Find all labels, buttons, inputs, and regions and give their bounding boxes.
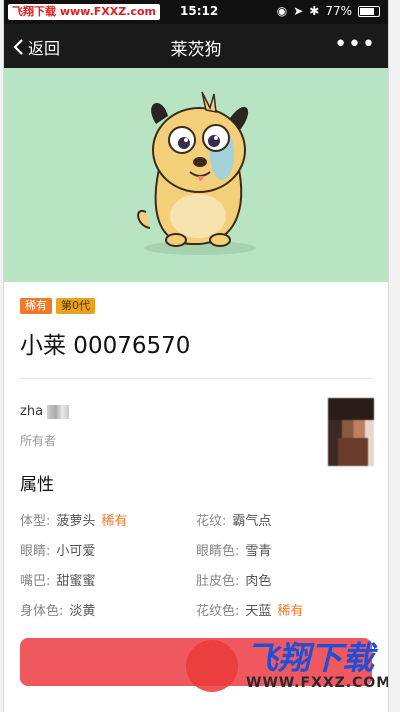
watermark-logo: 飞翔下载 WWW.FXXZ.COM [186, 640, 388, 692]
attribute-eyes: 眼睛: 小可爱 [20, 540, 196, 559]
phone-screen: 飞翔下载 www.FXXZ.com 15:12 ◉ ➤ ✱ 77% 返回 莱茨狗… [4, 0, 388, 712]
attribute-eye-color: 眼睛色: 雪青 [196, 540, 372, 559]
battery-percent: 77% [325, 4, 352, 18]
attribute-key: 身体色: [20, 603, 64, 619]
watermark-url: WWW.FXXZ.COM [246, 675, 388, 691]
page-title: 莱茨狗 [170, 40, 222, 60]
attribute-value: 肉色 [245, 573, 272, 589]
attribute-value: 淡黄 [69, 603, 96, 619]
attribute-value: 霸气点 [232, 513, 272, 529]
battery-icon [358, 5, 380, 17]
location-icon: ➤ [293, 4, 304, 18]
lock-rotation-icon: ◉ [276, 4, 288, 18]
attribute-rare-label: 稀有 [277, 603, 304, 619]
owner-label: 所有者 [20, 434, 57, 448]
divider [20, 378, 372, 379]
watermark-brand: 飞翔下载 [246, 639, 375, 677]
attribute-value: 菠萝头 [56, 513, 96, 529]
attribute-mouth: 嘴巴: 甜蜜蜜 [20, 570, 196, 589]
bluetooth-icon: ✱ [309, 4, 320, 18]
watermark-logo-icon [186, 640, 238, 692]
dog-illustration [137, 91, 256, 255]
attribute-body-color: 身体色: 淡黄 [20, 600, 196, 619]
rarity-tag: 稀有 [20, 298, 52, 314]
attribute-value: 小可爱 [56, 543, 96, 559]
status-bar: 飞翔下载 www.FXXZ.com 15:12 ◉ ➤ ✱ 77% [4, 0, 388, 24]
generation-tag: 第0代 [56, 298, 95, 314]
attribute-value: 甜蜜蜜 [56, 573, 96, 589]
attribute-pattern-color: 花纹色: 天蓝 稀有 [196, 600, 372, 619]
attribute-key: 眼睛: [20, 543, 51, 559]
attribute-row: 眼睛: 小可爱 眼睛色: 雪青 [20, 534, 372, 564]
watermark-text-group: 飞翔下载 WWW.FXXZ.COM [246, 641, 388, 691]
more-menu-button[interactable]: ••• [334, 32, 376, 57]
attribute-key: 眼睛色: [196, 543, 240, 559]
owner-name[interactable]: zha [20, 404, 70, 419]
attribute-key: 嘴巴: [20, 573, 51, 589]
attribute-rare-label: 稀有 [101, 513, 128, 529]
attribute-key: 肚皮色: [196, 573, 240, 589]
attribute-row: 嘴巴: 甜蜜蜜 肚皮色: 肉色 [20, 564, 372, 594]
attribute-pattern: 花纹: 霸气点 [196, 510, 372, 529]
attribute-key: 花纹: [196, 513, 227, 529]
attribute-body-type: 体型: 菠萝头 稀有 [20, 510, 196, 529]
owner-name-text: zha [20, 404, 44, 419]
status-icons: ◉ ➤ ✱ 77% [277, 4, 380, 18]
owner-name-blurred [47, 404, 70, 419]
watermark-badge: 飞翔下载 www.FXXZ.com [8, 4, 160, 20]
attribute-key: 体型: [20, 513, 51, 529]
pet-hero-banner [4, 68, 388, 282]
attribute-value: 天蓝 [245, 603, 272, 619]
owner-avatar[interactable] [328, 398, 374, 466]
attribute-value: 雪青 [245, 543, 272, 559]
attribute-row: 体型: 菠萝头 稀有 花纹: 霸气点 [20, 504, 372, 534]
attributes-grid: 体型: 菠萝头 稀有 花纹: 霸气点 眼睛: 小可爱 眼睛色: 雪青 嘴巴: 甜… [20, 504, 372, 624]
attribute-row: 身体色: 淡黄 花纹色: 天蓝 稀有 [20, 594, 372, 624]
tag-group: 稀有 第0代 [20, 298, 95, 314]
attribute-key: 花纹色: [196, 603, 240, 619]
clock: 15:12 [180, 4, 219, 18]
attributes-title: 属性 [20, 475, 54, 495]
navigation-bar: 返回 莱茨狗 ••• [4, 24, 388, 68]
pet-name: 小莱 00076570 [20, 333, 191, 359]
attribute-belly-color: 肚皮色: 肉色 [196, 570, 372, 589]
